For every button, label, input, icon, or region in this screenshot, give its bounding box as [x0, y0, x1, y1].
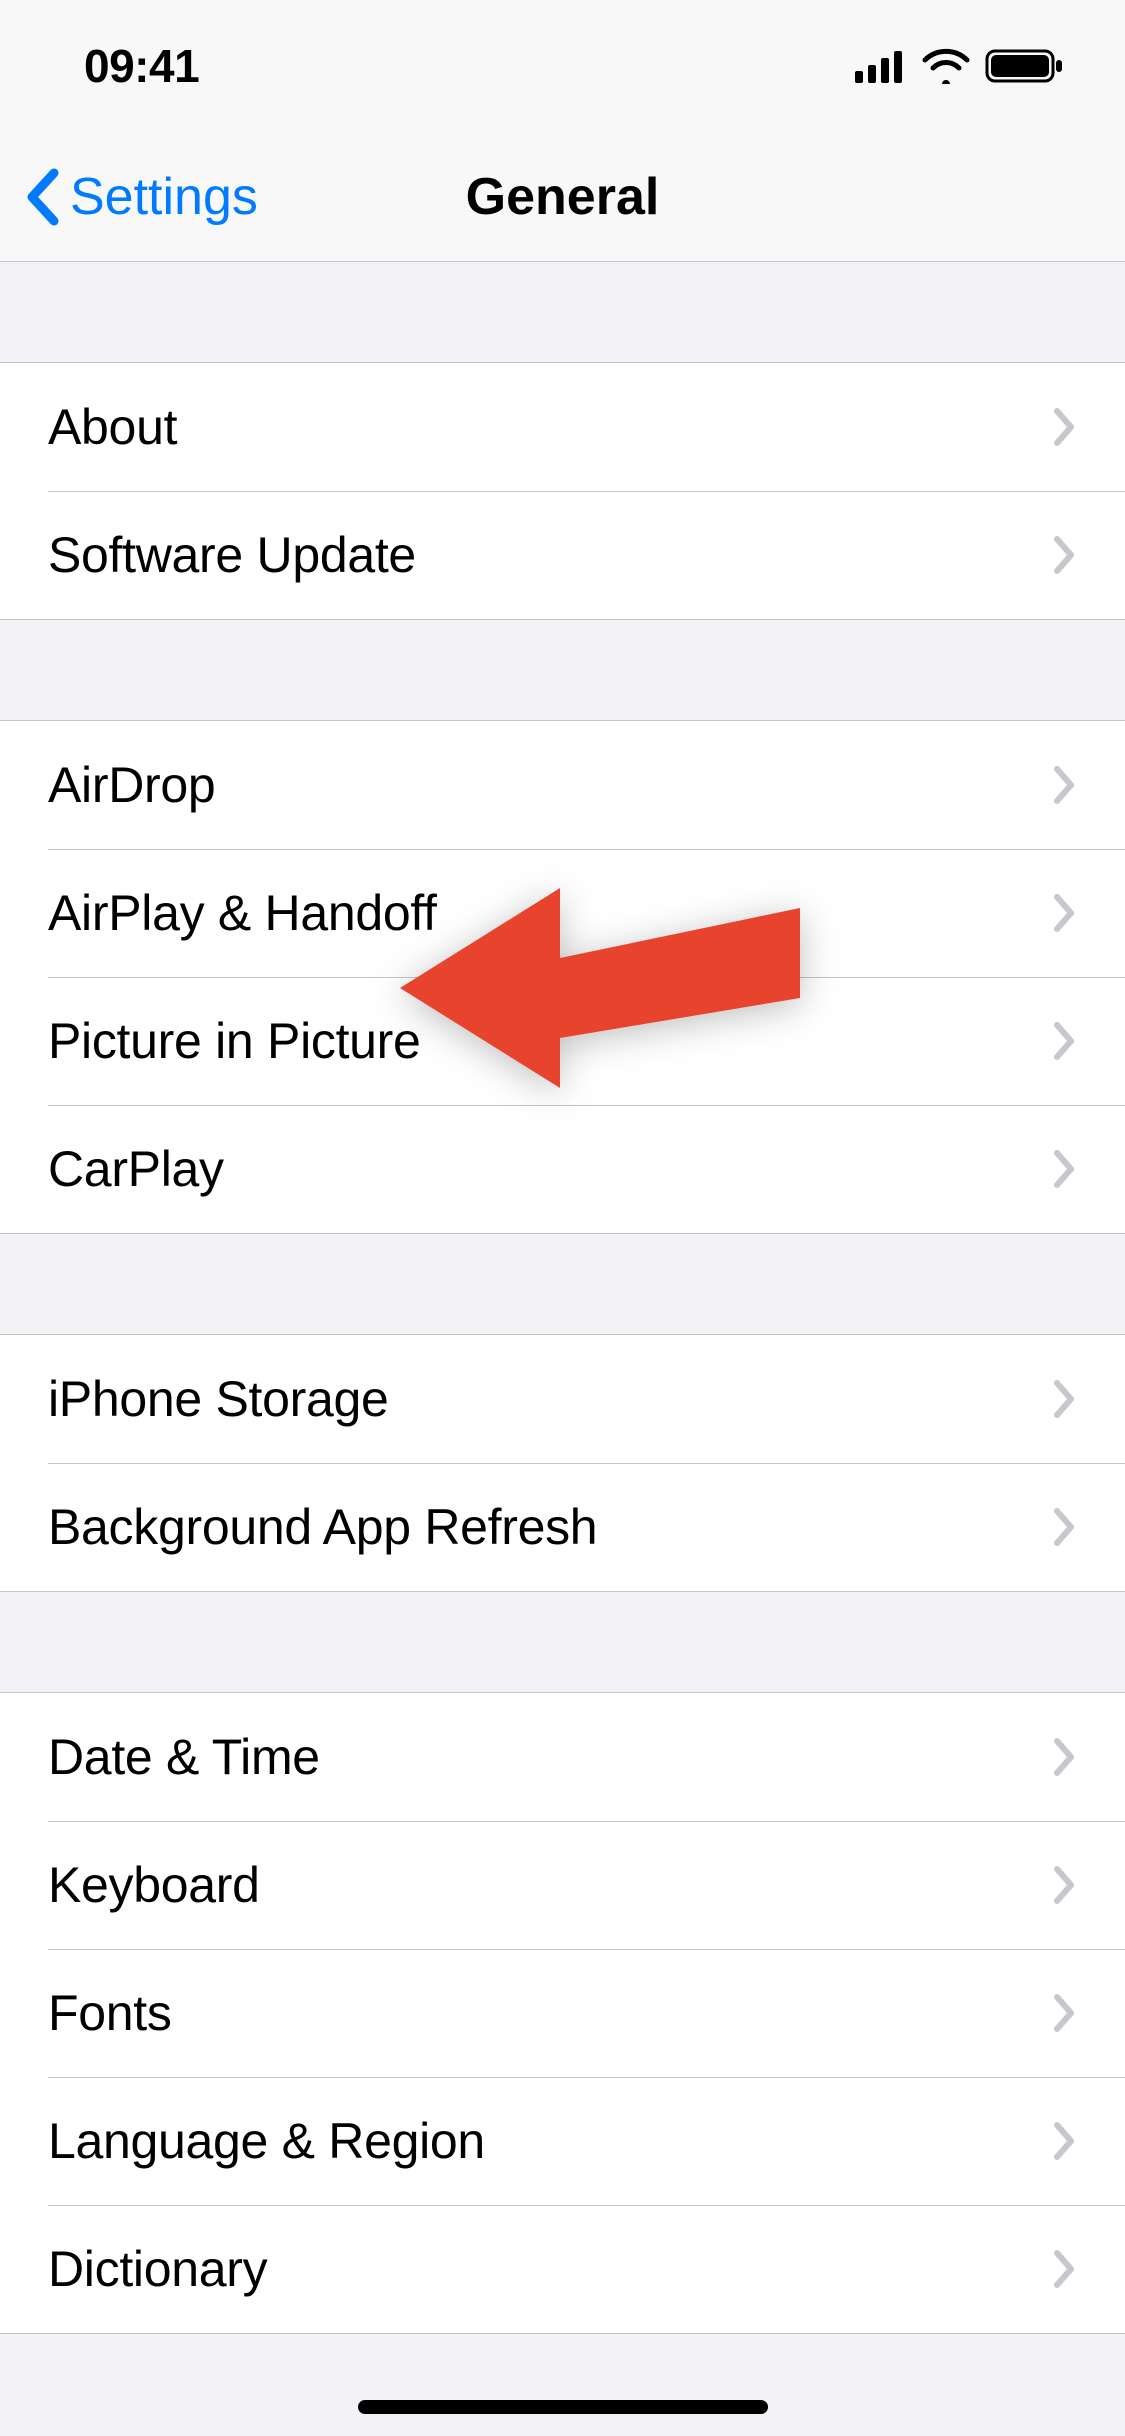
row-label: Language & Region [48, 2112, 1053, 2170]
settings-group-1: About Software Update [0, 362, 1125, 620]
battery-icon [985, 47, 1065, 85]
row-airplay-handoff[interactable]: AirPlay & Handoff [0, 849, 1125, 977]
row-label: Picture in Picture [48, 1012, 1053, 1070]
row-label: Date & Time [48, 1728, 1053, 1786]
row-carplay[interactable]: CarPlay [0, 1105, 1125, 1233]
row-language-region[interactable]: Language & Region [0, 2077, 1125, 2205]
row-background-app-refresh[interactable]: Background App Refresh [0, 1463, 1125, 1591]
row-about[interactable]: About [0, 363, 1125, 491]
section-gap [0, 262, 1125, 362]
row-label: AirDrop [48, 756, 1053, 814]
chevron-right-icon [1053, 407, 1077, 447]
row-label: CarPlay [48, 1140, 1053, 1198]
back-label: Settings [70, 167, 258, 227]
chevron-right-icon [1053, 1865, 1077, 1905]
settings-list: About Software Update AirDrop AirPlay & … [0, 262, 1125, 2334]
status-time: 09:41 [84, 39, 199, 93]
section-gap [0, 1234, 1125, 1334]
chevron-right-icon [1053, 765, 1077, 805]
row-fonts[interactable]: Fonts [0, 1949, 1125, 2077]
row-date-time[interactable]: Date & Time [0, 1693, 1125, 1821]
row-dictionary[interactable]: Dictionary [0, 2205, 1125, 2333]
chevron-right-icon [1053, 1149, 1077, 1189]
status-right-cluster [855, 47, 1065, 85]
row-label: Software Update [48, 526, 1053, 584]
status-bar: 09:41 [0, 0, 1125, 132]
back-button[interactable]: Settings [0, 167, 258, 227]
settings-group-3: iPhone Storage Background App Refresh [0, 1334, 1125, 1592]
row-label: About [48, 398, 1053, 456]
row-airdrop[interactable]: AirDrop [0, 721, 1125, 849]
row-label: Keyboard [48, 1856, 1053, 1914]
row-software-update[interactable]: Software Update [0, 491, 1125, 619]
chevron-right-icon [1053, 535, 1077, 575]
row-label: Background App Refresh [48, 1498, 1053, 1556]
chevron-right-icon [1053, 1507, 1077, 1547]
chevron-right-icon [1053, 1993, 1077, 2033]
chevron-right-icon [1053, 2249, 1077, 2289]
chevron-right-icon [1053, 893, 1077, 933]
section-gap [0, 620, 1125, 720]
row-keyboard[interactable]: Keyboard [0, 1821, 1125, 1949]
chevron-right-icon [1053, 1021, 1077, 1061]
settings-group-4: Date & Time Keyboard Fonts Language & Re… [0, 1692, 1125, 2334]
chevron-right-icon [1053, 1737, 1077, 1777]
chevron-right-icon [1053, 1379, 1077, 1419]
row-label: iPhone Storage [48, 1370, 1053, 1428]
row-iphone-storage[interactable]: iPhone Storage [0, 1335, 1125, 1463]
settings-group-2: AirDrop AirPlay & Handoff Picture in Pic… [0, 720, 1125, 1234]
row-picture-in-picture[interactable]: Picture in Picture [0, 977, 1125, 1105]
wifi-icon [921, 48, 971, 84]
row-label: AirPlay & Handoff [48, 884, 1053, 942]
chevron-left-icon [24, 167, 62, 227]
home-indicator [358, 2400, 768, 2414]
cellular-signal-icon [855, 49, 907, 83]
chevron-right-icon [1053, 2121, 1077, 2161]
row-label: Fonts [48, 1984, 1053, 2042]
nav-bar: Settings General [0, 132, 1125, 262]
row-label: Dictionary [48, 2240, 1053, 2298]
section-gap [0, 1592, 1125, 1692]
